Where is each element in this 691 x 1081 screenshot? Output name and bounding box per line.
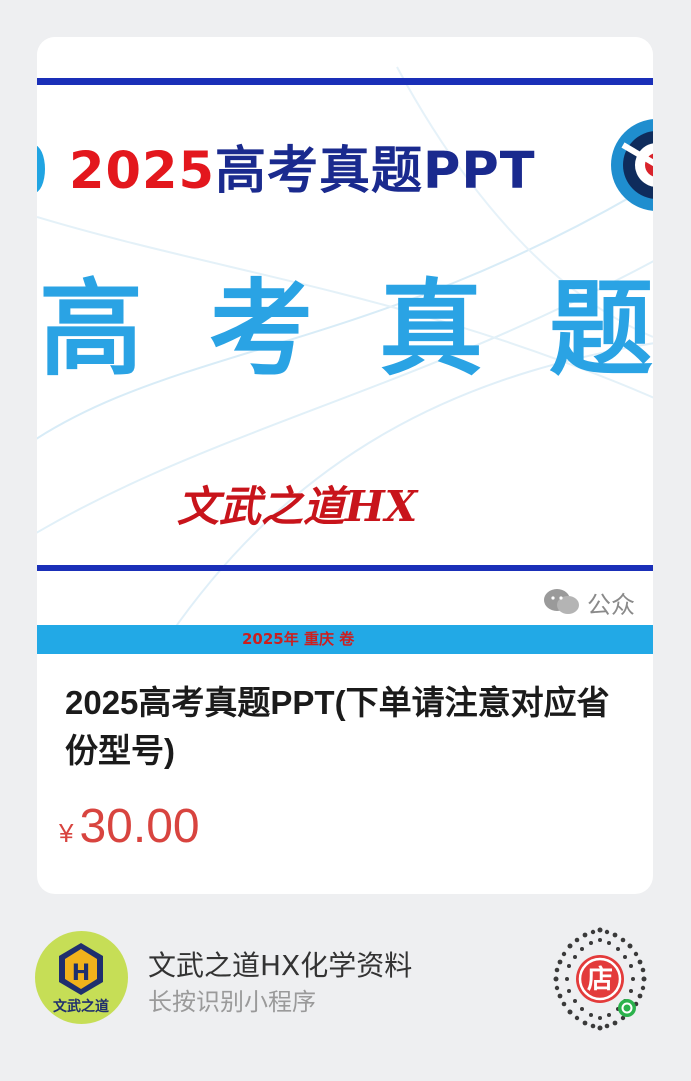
product-image[interactable]: 2025高考真题PPT 高 考 真 题 文武之道HX 公众 2025年 重庆 卷 [37, 37, 653, 654]
image-title-text: 高考真题PPT [214, 142, 536, 201]
wechat-watermark: 公众 [543, 585, 635, 619]
price-value: 30.00 [79, 800, 200, 853]
share-poster: 2025高考真题PPT 高 考 真 题 文武之道HX 公众 2025年 重庆 卷… [0, 0, 691, 1081]
svg-text:H: H [72, 961, 90, 986]
image-title-year: 2025 [69, 142, 215, 201]
image-author: 文武之道HX [177, 482, 418, 531]
shop-logo-icon: H 文武之道 [53, 943, 109, 1015]
product-card[interactable]: 2025高考真题PPT 高 考 真 题 文武之道HX 公众 2025年 重庆 卷… [37, 37, 653, 894]
product-title: 2025高考真题PPT(下单请注意对应省份型号) [65, 684, 610, 769]
price-currency: ¥ [59, 818, 74, 848]
shop-avatar[interactable]: H 文武之道 [35, 931, 128, 1024]
avatar-text: 文武之道 [53, 998, 109, 1015]
shop-name[interactable]: 文武之道HX化学资料 [148, 944, 412, 984]
middle-blue-bar [37, 565, 653, 571]
wechat-icon [544, 589, 579, 614]
film-reel-icon [611, 119, 653, 211]
big-char: 真 [378, 268, 483, 390]
mini-program-qr-code[interactable]: 店 [545, 924, 655, 1034]
mini-program-hint: 长按识别小程序 [148, 988, 316, 1016]
price: ¥ 30.00 [59, 799, 200, 859]
shop-footer: H 文武之道 文武之道HX化学资料 长按识别小程序 店 [0, 894, 691, 1081]
top-blue-bar [37, 78, 653, 85]
wechat-text: 公众 [587, 590, 635, 619]
qr-center-label: 店 [587, 965, 613, 995]
big-char: 考 [208, 268, 313, 390]
image-big-text: 高 考 真 题 [37, 269, 653, 389]
big-char: 题 [548, 268, 653, 390]
big-char: 高 [39, 268, 144, 390]
image-footer-text: 2025年 重庆 卷 [242, 630, 355, 648]
image-title: 2025高考真题PPT [69, 137, 536, 207]
